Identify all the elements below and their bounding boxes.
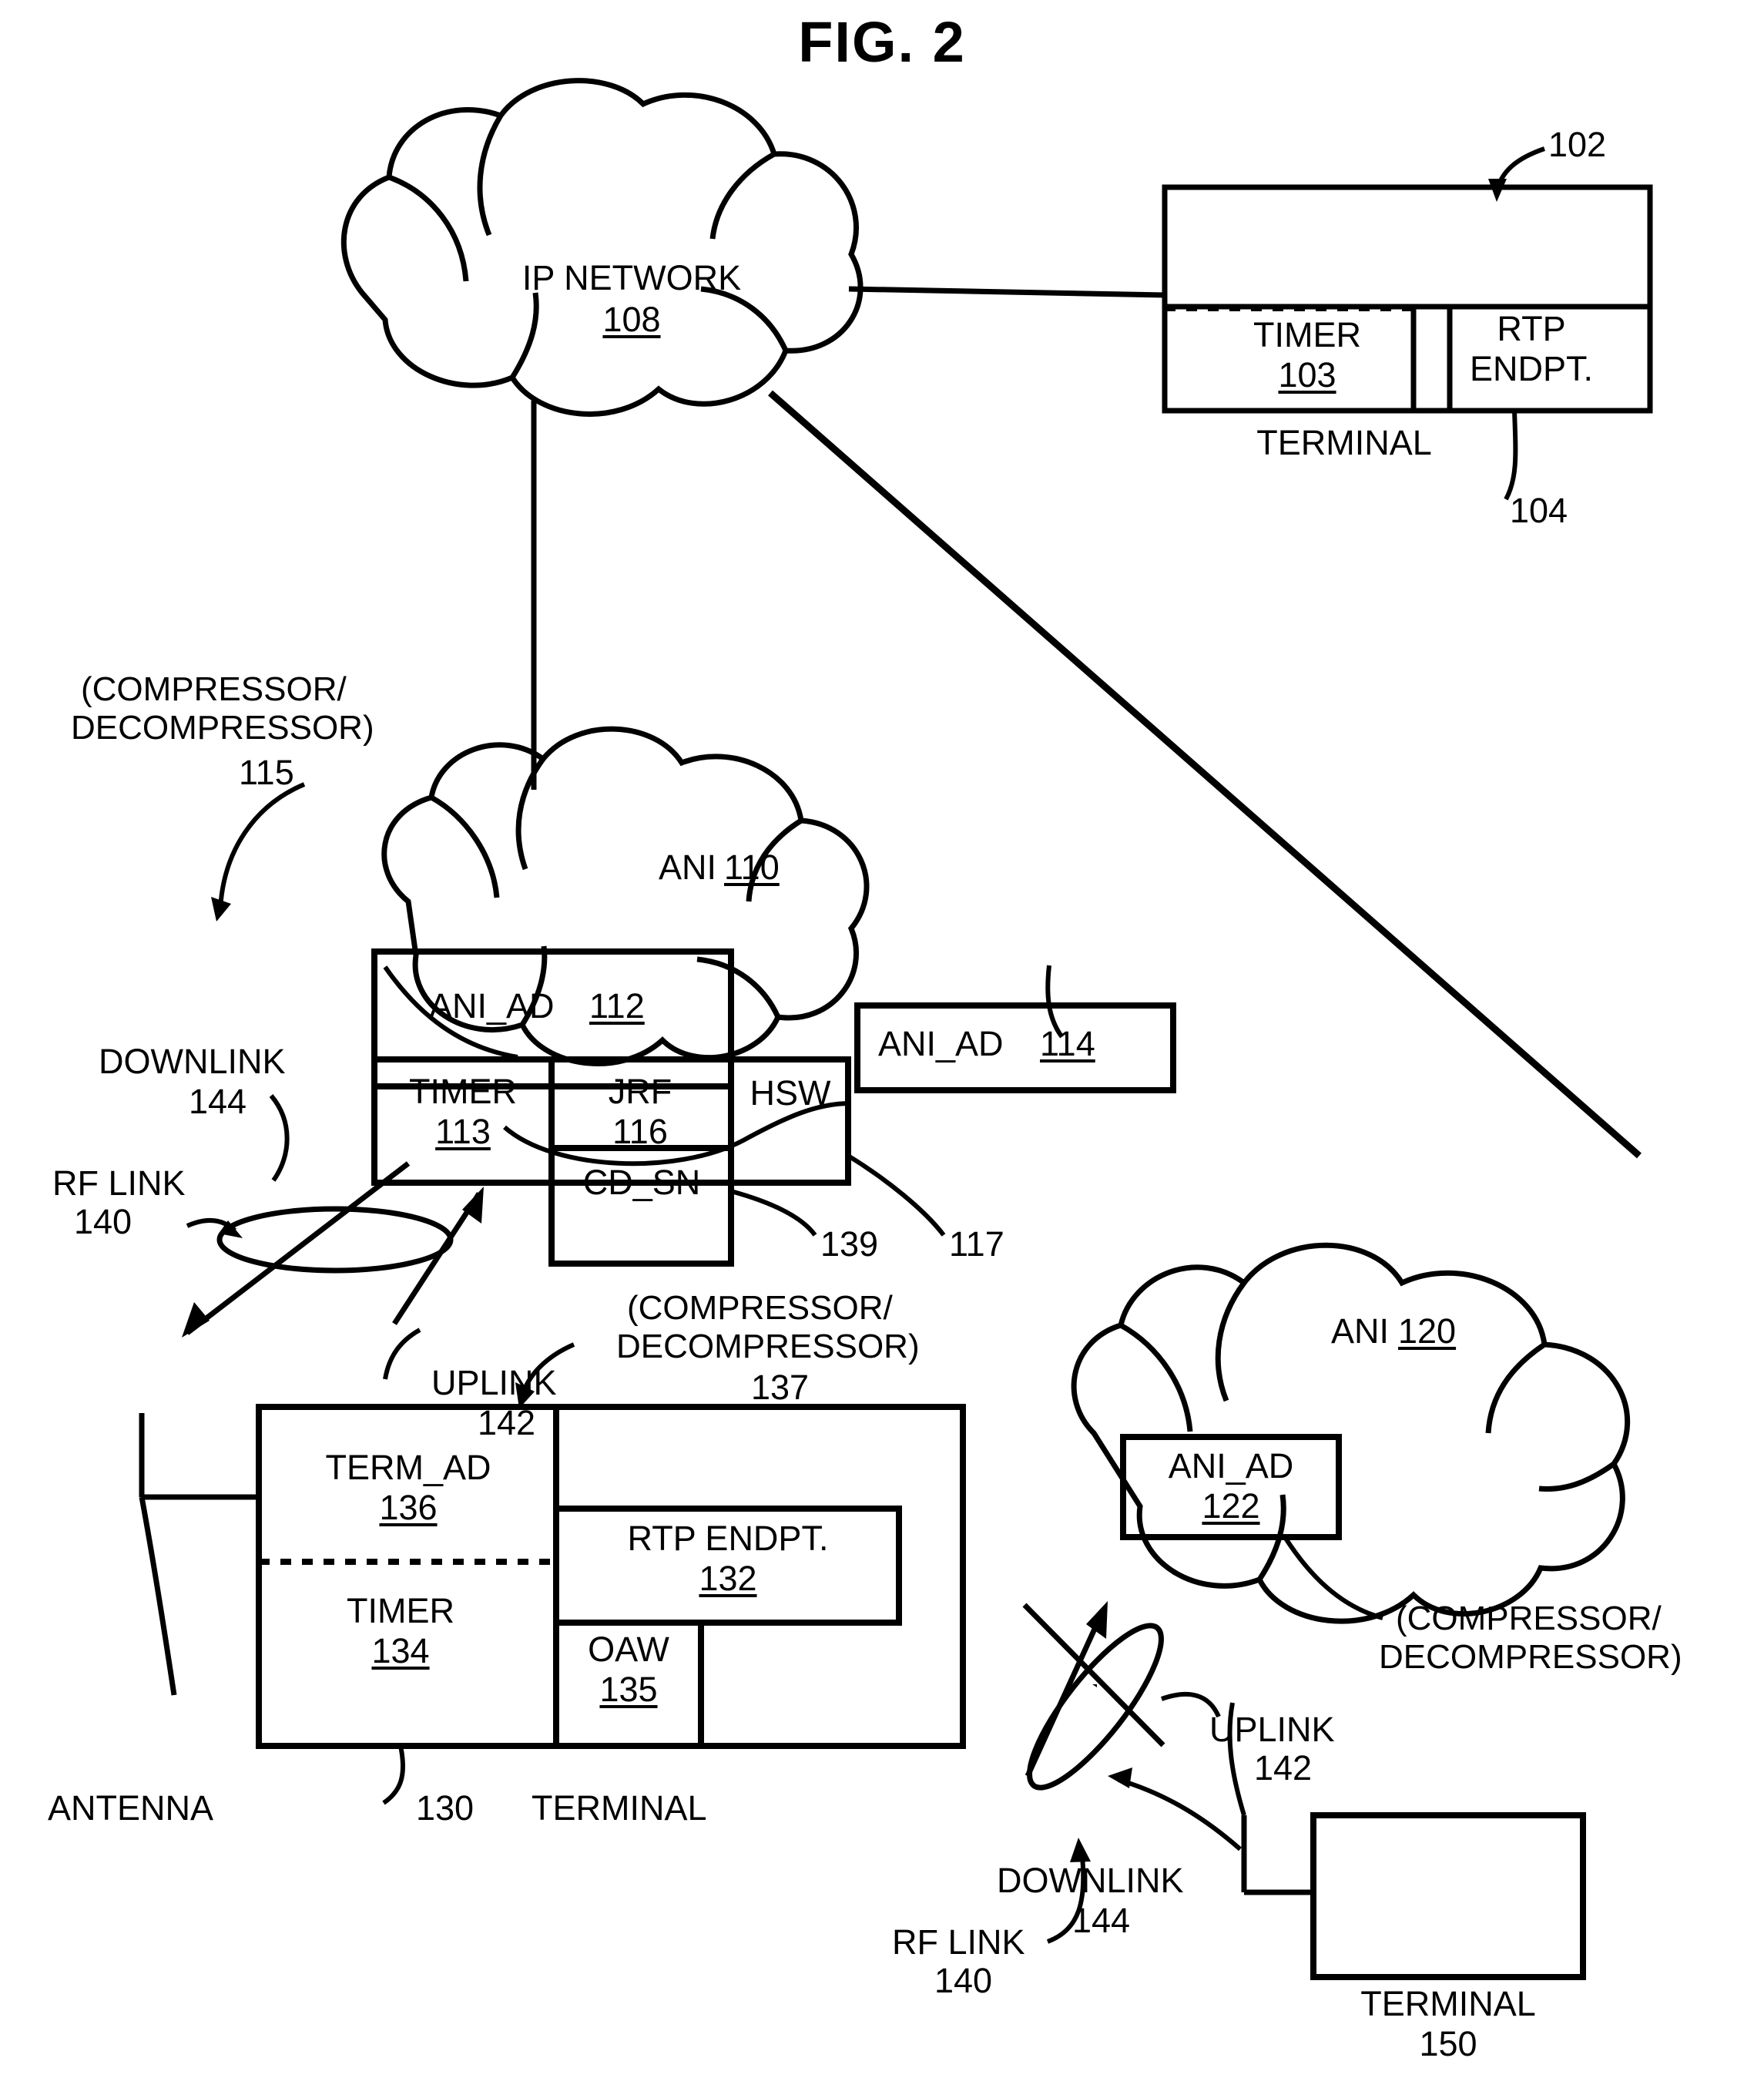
link-ipnetwork-terminal102 bbox=[849, 289, 1165, 295]
ani-ad-122-ref: 122 bbox=[1202, 1486, 1260, 1526]
oaw-135-ref: 135 bbox=[599, 1670, 658, 1709]
codec-115-note-line2: DECOMPRESSOR) bbox=[71, 709, 374, 747]
ref-142-left: 142 bbox=[478, 1403, 536, 1442]
ref-139: 139 bbox=[820, 1224, 879, 1264]
timer-103-label: TIMER bbox=[1253, 315, 1361, 354]
ip-network-label: IP NETWORK bbox=[521, 258, 742, 297]
ref-104: 104 bbox=[1510, 491, 1568, 530]
timer-103-ref: 103 bbox=[1278, 355, 1336, 394]
rf-link-symbol-left bbox=[182, 1163, 484, 1338]
ref-130: 130 bbox=[416, 1788, 475, 1828]
ani-110-label: ANI bbox=[659, 848, 717, 887]
ani-ad-114-label: ANI_AD bbox=[878, 1024, 1004, 1063]
timer-134-ref: 134 bbox=[371, 1631, 430, 1670]
ani-120-cloud bbox=[1074, 1245, 1628, 1621]
jrf-116-ref: 116 bbox=[612, 1112, 668, 1151]
ref-144-left: 144 bbox=[189, 1082, 247, 1121]
ref-142-leader-left bbox=[385, 1330, 420, 1379]
cd-sn-label: CD_SN bbox=[582, 1163, 701, 1202]
timer-113-ref: 113 bbox=[435, 1112, 491, 1151]
uplink-142-label-left: UPLINK bbox=[431, 1363, 557, 1402]
timer-113-label: TIMER bbox=[409, 1072, 517, 1111]
patent-figure: FIG. 2 IP NETWORK 108 TIMER 103 RTP ENDP… bbox=[0, 0, 1764, 2078]
jrf-116-label: JRF bbox=[608, 1072, 672, 1111]
rtp-endpoint-132-label: RTP ENDPT. bbox=[627, 1519, 829, 1558]
ref-150: 150 bbox=[1419, 2024, 1477, 2063]
ani-ad-112-label: ANI_AD bbox=[429, 986, 555, 1026]
ref-115-leader bbox=[211, 784, 304, 922]
ref-117: 117 bbox=[949, 1224, 1004, 1264]
ref-144-leader-right bbox=[1108, 1767, 1240, 1849]
downlink-144-label-left: DOWNLINK bbox=[99, 1042, 286, 1081]
ref-117-leader bbox=[848, 1156, 944, 1235]
uplink-142-label-right: UPLINK bbox=[1209, 1710, 1335, 1749]
rtp-endpoint-132-ref: 132 bbox=[699, 1559, 757, 1598]
ref-139-leader bbox=[731, 1191, 815, 1235]
rf-link-symbol-right bbox=[1011, 1601, 1180, 1804]
codec-137-note-line2: DECOMPRESSOR) bbox=[616, 1328, 920, 1365]
ref-137: 137 bbox=[751, 1368, 810, 1407]
codec-137-note-line1: (COMPRESSOR/ bbox=[627, 1289, 893, 1327]
ani-ad-114-ref: 114 bbox=[1040, 1024, 1095, 1063]
ref-144-leader-left bbox=[271, 1096, 287, 1180]
terminal-150-caption: TERMINAL bbox=[1360, 1984, 1536, 2023]
terminal-130-caption: TERMINAL bbox=[532, 1788, 707, 1828]
downlink-144-label-right: DOWNLINK bbox=[997, 1861, 1184, 1900]
codec-122-note-line2: DECOMPRESSOR) bbox=[1379, 1638, 1682, 1676]
codec-115-note-line1: (COMPRESSOR/ bbox=[81, 670, 347, 708]
ani-120-label: ANI bbox=[1331, 1311, 1390, 1351]
rtp-endpoint-104-label-line1: RTP bbox=[1497, 309, 1566, 348]
codec-122-note-line1: (COMPRESSOR/ bbox=[1396, 1600, 1662, 1637]
ref-142-right: 142 bbox=[1254, 1748, 1313, 1788]
rtp-endpoint-104-label-line2: ENDPT. bbox=[1469, 349, 1594, 388]
term-ad-136-label: TERM_AD bbox=[325, 1448, 491, 1487]
antenna-lead bbox=[142, 1413, 259, 1695]
ani-ad-122-label: ANI_AD bbox=[1168, 1446, 1294, 1485]
term-ad-136-ref: 136 bbox=[379, 1488, 438, 1527]
ref-104-leader bbox=[1506, 411, 1515, 499]
ref-144-right: 144 bbox=[1072, 1901, 1131, 1940]
ref-140-right: 140 bbox=[934, 1961, 993, 2000]
rf-link-140-label-left: RF LINK bbox=[52, 1163, 186, 1203]
ref-130-leader bbox=[384, 1746, 403, 1803]
timer-134-label: TIMER bbox=[347, 1591, 454, 1630]
terminal-102-caption: TERMINAL bbox=[1256, 423, 1432, 462]
rf-link-140-label-right: RF LINK bbox=[892, 1922, 1025, 1962]
ani-110-ref: 110 bbox=[724, 848, 780, 887]
ani-120-ref: 120 bbox=[1398, 1311, 1457, 1351]
ip-network-cloud bbox=[344, 81, 860, 415]
oaw-135-label: OAW bbox=[588, 1630, 669, 1669]
ref-102-leader bbox=[1488, 149, 1544, 202]
ani-ad-112-ref: 112 bbox=[589, 986, 645, 1026]
ref-115: 115 bbox=[239, 753, 294, 792]
ref-codec-122-leader bbox=[1285, 1537, 1383, 1618]
ref-102: 102 bbox=[1548, 125, 1607, 164]
antenna-label: ANTENNA bbox=[48, 1788, 214, 1828]
ref-140-left: 140 bbox=[74, 1202, 132, 1241]
hsw-label: HSW bbox=[750, 1073, 831, 1113]
ip-network-ref: 108 bbox=[602, 300, 661, 339]
